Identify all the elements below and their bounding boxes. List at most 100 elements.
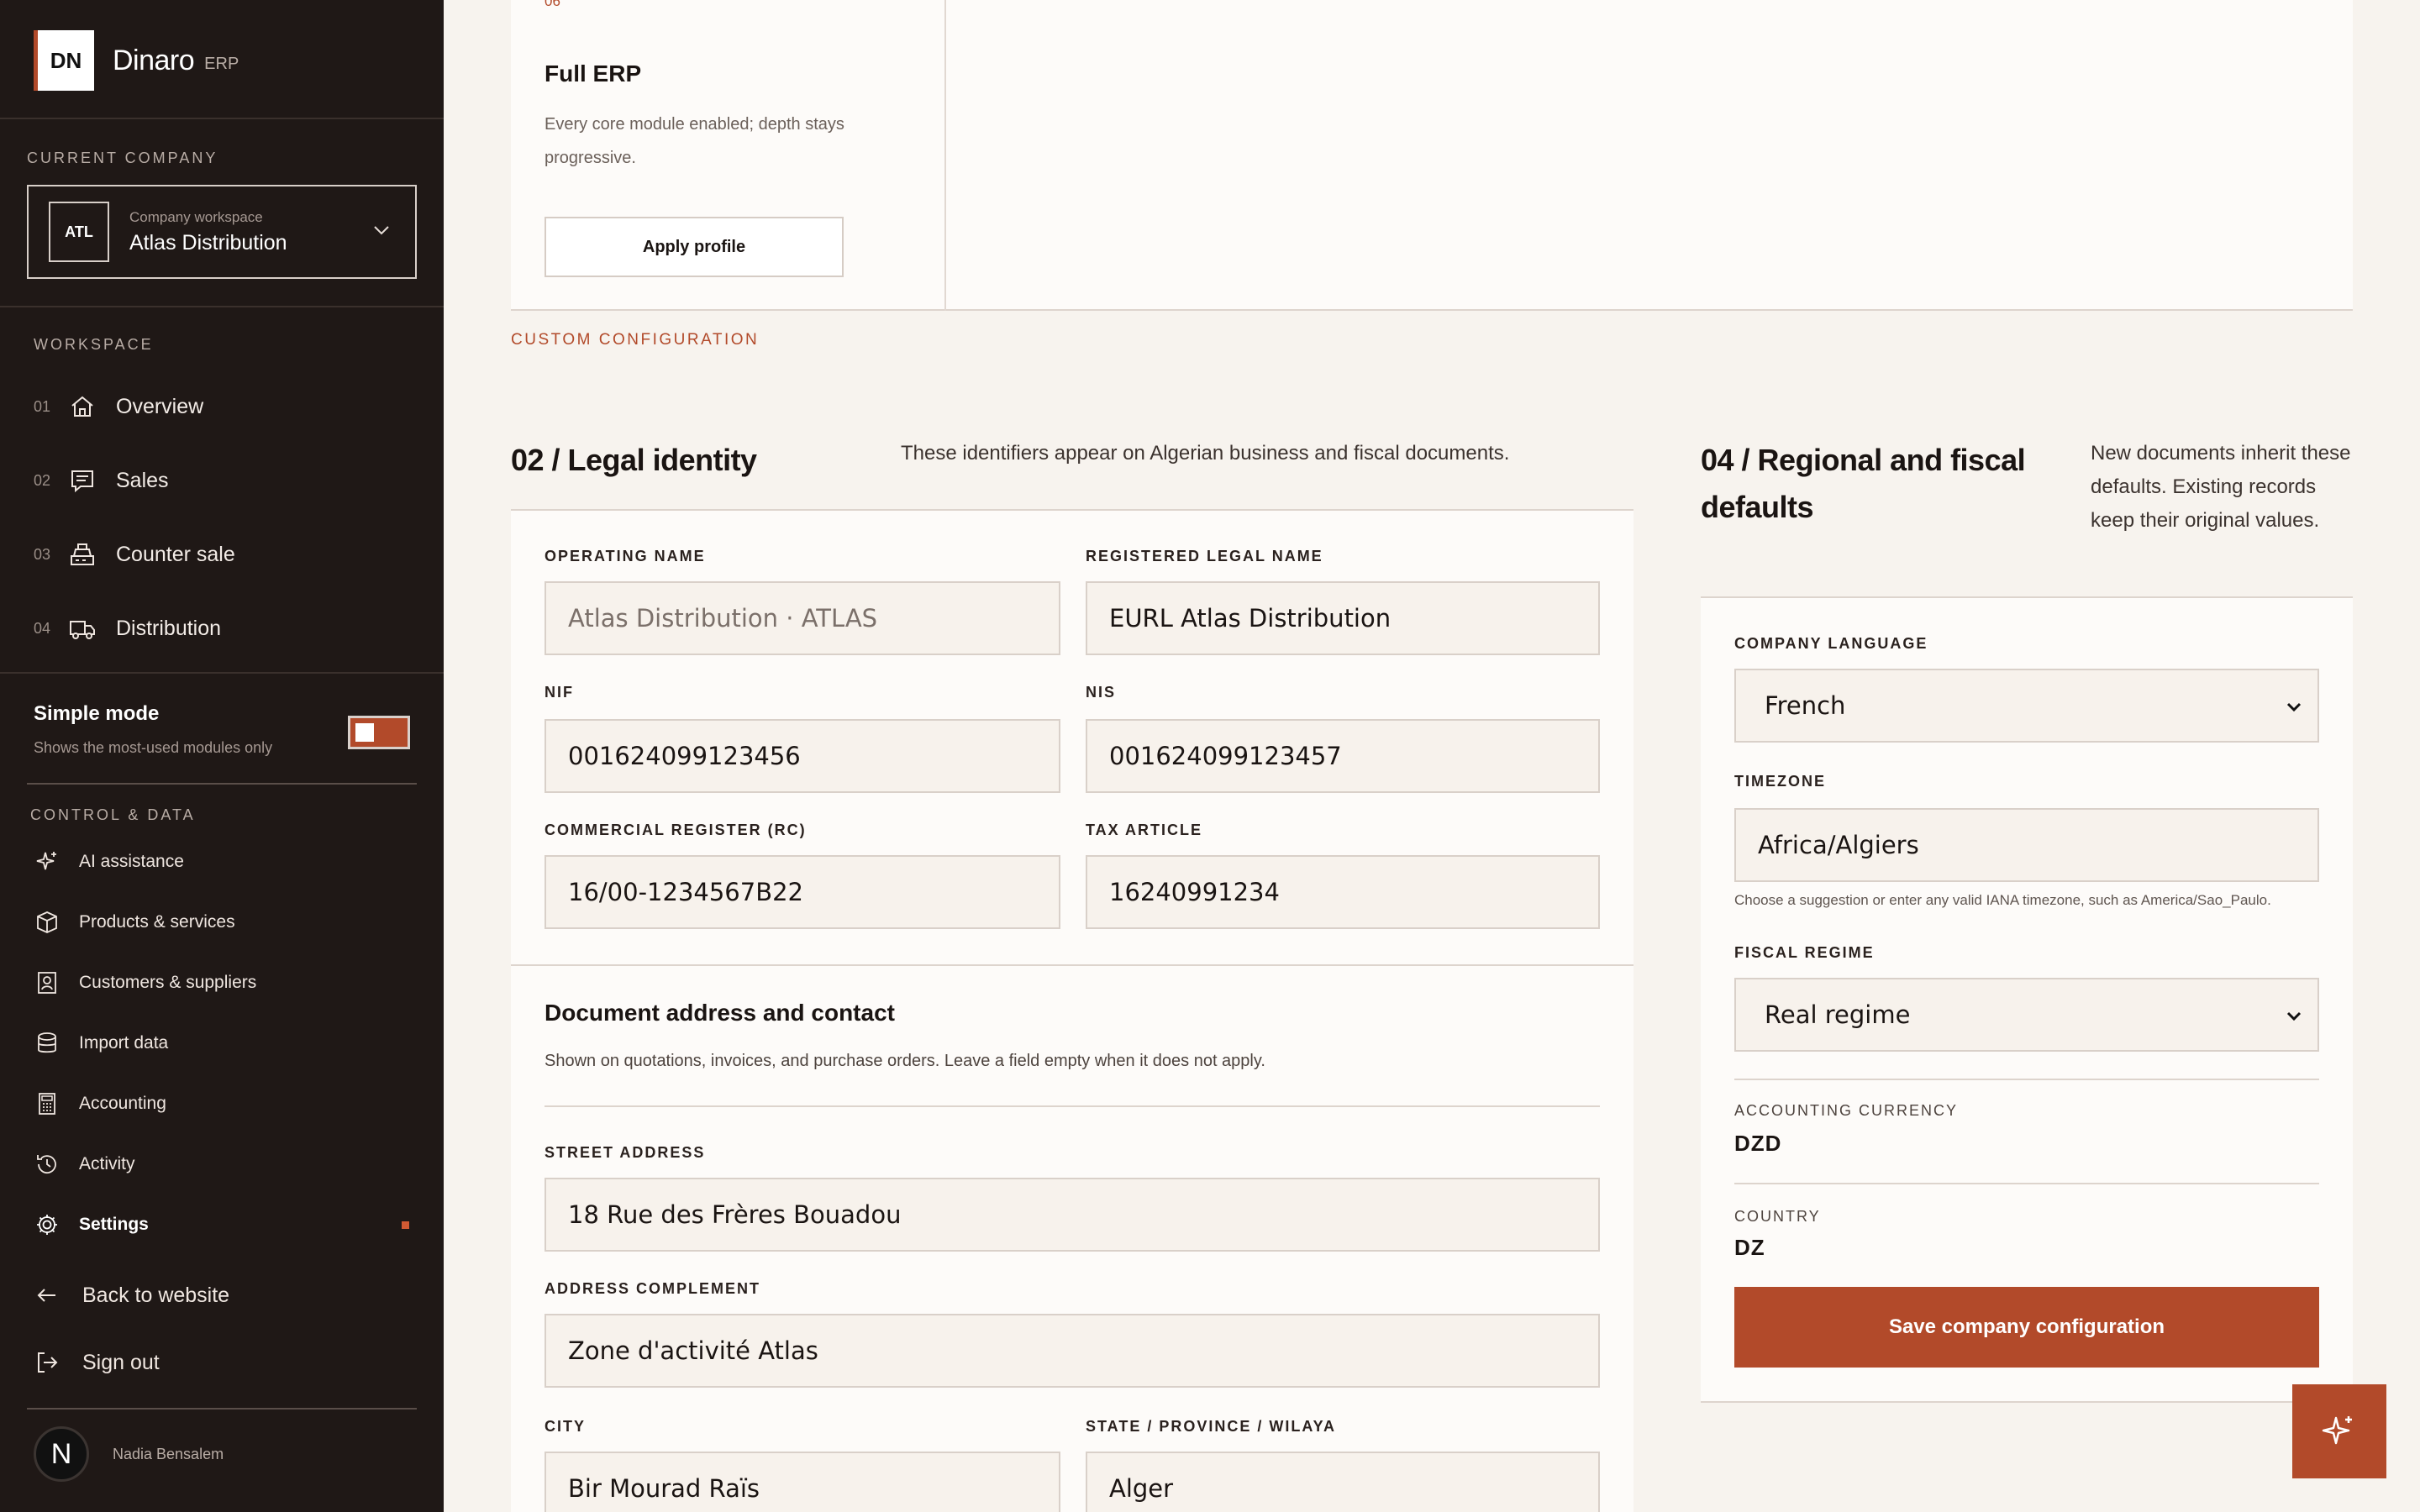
rc-label: COMMERCIAL REGISTER (RC): [544, 822, 807, 838]
database-icon: [38, 1032, 56, 1053]
divider: [944, 0, 946, 311]
legal-identity-description: These identifiers appear on Algerian bus…: [901, 442, 1510, 465]
home-icon: [71, 396, 93, 417]
company-workspace-label: Company workspace: [129, 208, 263, 225]
sign-out-icon: [38, 1352, 58, 1373]
nav-item-counter-sale[interactable]: 03 Counter sale: [34, 536, 235, 573]
profile-description: Every core module enabled; depth stays p…: [544, 115, 844, 167]
nav-label: Counter sale: [116, 542, 235, 566]
simple-mode-title: Simple mode: [34, 702, 160, 725]
complement-input[interactable]: Zone d'activité Atlas: [544, 1314, 1600, 1388]
divider: [0, 118, 444, 119]
timezone-help: Choose a suggestion or enter any valid I…: [1734, 892, 2271, 908]
chevron-down-icon: [374, 226, 389, 235]
register-icon: [71, 543, 94, 565]
nav-item-activity[interactable]: Activity: [34, 1147, 135, 1181]
toggle-knob: [355, 723, 374, 742]
ai-assistant-button[interactable]: [2292, 1384, 2386, 1478]
company-name: Atlas Distribution: [129, 230, 287, 255]
custom-configuration-label: CUSTOM CONFIGURATION: [511, 331, 760, 349]
language-select[interactable]: French: [1734, 669, 2319, 743]
nav-item-overview[interactable]: 01 Overview: [34, 388, 203, 425]
nav-label: AI assistance: [79, 852, 184, 871]
chevron-down-icon: [2286, 1011, 2302, 1021]
profile-card-full-erp: 06 Full ERP Every core module enabled; d…: [511, 0, 2353, 311]
apply-profile-button[interactable]: Apply profile: [544, 217, 844, 277]
divider: [0, 672, 444, 674]
save-company-configuration-button[interactable]: Save company configuration: [1734, 1287, 2319, 1368]
user-profile[interactable]: N Nadia Bensalem: [34, 1426, 224, 1482]
nav-num: 03: [34, 545, 51, 563]
nav-item-accounting[interactable]: Accounting: [34, 1087, 166, 1121]
country-label: COUNTRY: [1734, 1208, 1821, 1225]
simple-mode-toggle[interactable]: [348, 716, 410, 749]
country-value: DZ: [1734, 1235, 1765, 1260]
truck-icon: [70, 621, 95, 639]
chevron-down-icon: [2286, 702, 2302, 712]
link-label: Sign out: [82, 1350, 160, 1374]
sign-out-link[interactable]: Sign out: [34, 1344, 160, 1381]
street-input[interactable]: 18 Rue des Frères Bouadou: [544, 1178, 1600, 1252]
active-indicator: [402, 1221, 409, 1229]
nif-label: NIF: [544, 684, 574, 701]
legal-identity-title: 02 / Legal identity: [511, 443, 757, 477]
control-data-label: CONTROL & DATA: [30, 806, 196, 823]
nav-item-customers-suppliers[interactable]: Customers & suppliers: [34, 966, 256, 1000]
nav-num: 04: [34, 619, 51, 637]
nav-num: 02: [34, 471, 51, 489]
divider: [1734, 1183, 2319, 1184]
tax-article-label: TAX ARTICLE: [1086, 822, 1202, 838]
fiscal-regime-select[interactable]: Real regime: [1734, 978, 2319, 1052]
brand-logo: DN: [34, 30, 94, 91]
nis-input[interactable]: 001624099123457: [1086, 719, 1600, 793]
sidebar: DN Dinaro ERP CURRENT COMPANY ATL Compan…: [0, 0, 444, 1512]
sparkle-icon: [2322, 1416, 2352, 1445]
legal-name-input[interactable]: EURL Atlas Distribution: [1086, 581, 1600, 655]
nav-item-settings[interactable]: Settings: [34, 1208, 149, 1242]
state-input[interactable]: Alger: [1086, 1452, 1600, 1512]
profile-title: Full ERP: [544, 60, 642, 87]
nav-item-sales[interactable]: 02 Sales: [34, 462, 169, 499]
calculator-icon: [39, 1093, 55, 1115]
timezone-input[interactable]: Africa/Algiers: [1734, 808, 2319, 882]
nav-item-distribution[interactable]: 04 Distribution: [34, 610, 221, 647]
nav-label: Overview: [116, 394, 204, 418]
user-name: Nadia Bensalem: [113, 1445, 224, 1462]
nav-item-ai-assistance[interactable]: AI assistance: [34, 845, 184, 879]
city-input[interactable]: Bir Mourad Raïs: [544, 1452, 1060, 1512]
accounting-currency-value: DZD: [1734, 1131, 1782, 1156]
brand[interactable]: DN Dinaro ERP: [34, 30, 239, 91]
company-avatar: ATL: [49, 202, 109, 262]
nav-item-products-services[interactable]: Products & services: [34, 906, 235, 939]
nav-label: Activity: [79, 1154, 135, 1173]
sparkle-icon: [36, 852, 56, 870]
gear-icon: [37, 1215, 57, 1235]
timezone-label: TIMEZONE: [1734, 773, 1826, 790]
nav-label: Customers & suppliers: [79, 973, 257, 992]
box-icon: [37, 911, 57, 933]
link-label: Back to website: [82, 1283, 230, 1307]
nav-label: Import data: [79, 1033, 169, 1053]
nif-input[interactable]: 001624099123456: [544, 719, 1060, 793]
divider: [511, 964, 1634, 966]
legal-name-label: REGISTERED LEGAL NAME: [1086, 548, 1323, 564]
back-to-website-link[interactable]: Back to website: [34, 1277, 229, 1314]
simple-mode-subtitle: Shows the most-used modules only: [34, 739, 273, 756]
nav-num: 01: [34, 397, 51, 415]
operating-name-input[interactable]: Atlas Distribution · ATLAS: [544, 581, 1060, 655]
regional-defaults-description: New documents inherit these defaults. Ex…: [2091, 442, 2351, 532]
divider: [27, 1408, 417, 1410]
rc-input[interactable]: 16/00-1234567B22: [544, 855, 1060, 929]
fiscal-regime-label: FISCAL REGIME: [1734, 944, 1875, 961]
nis-label: NIS: [1086, 684, 1117, 701]
nav-label: Settings: [79, 1215, 149, 1234]
complement-label: ADDRESS COMPLEMENT: [544, 1280, 761, 1297]
workspace-label: WORKSPACE: [34, 336, 154, 353]
nav-item-import-data[interactable]: Import data: [34, 1026, 168, 1060]
company-switcher[interactable]: ATL Company workspace Atlas Distribution: [27, 185, 417, 279]
address-title: Document address and contact: [544, 1000, 895, 1026]
regional-defaults-panel: COMPANY LANGUAGE French TIMEZONE Africa/…: [1701, 596, 2353, 1403]
tax-article-input[interactable]: 16240991234: [1086, 855, 1600, 929]
language-value: French: [1765, 691, 1846, 720]
language-label: COMPANY LANGUAGE: [1734, 635, 1928, 652]
